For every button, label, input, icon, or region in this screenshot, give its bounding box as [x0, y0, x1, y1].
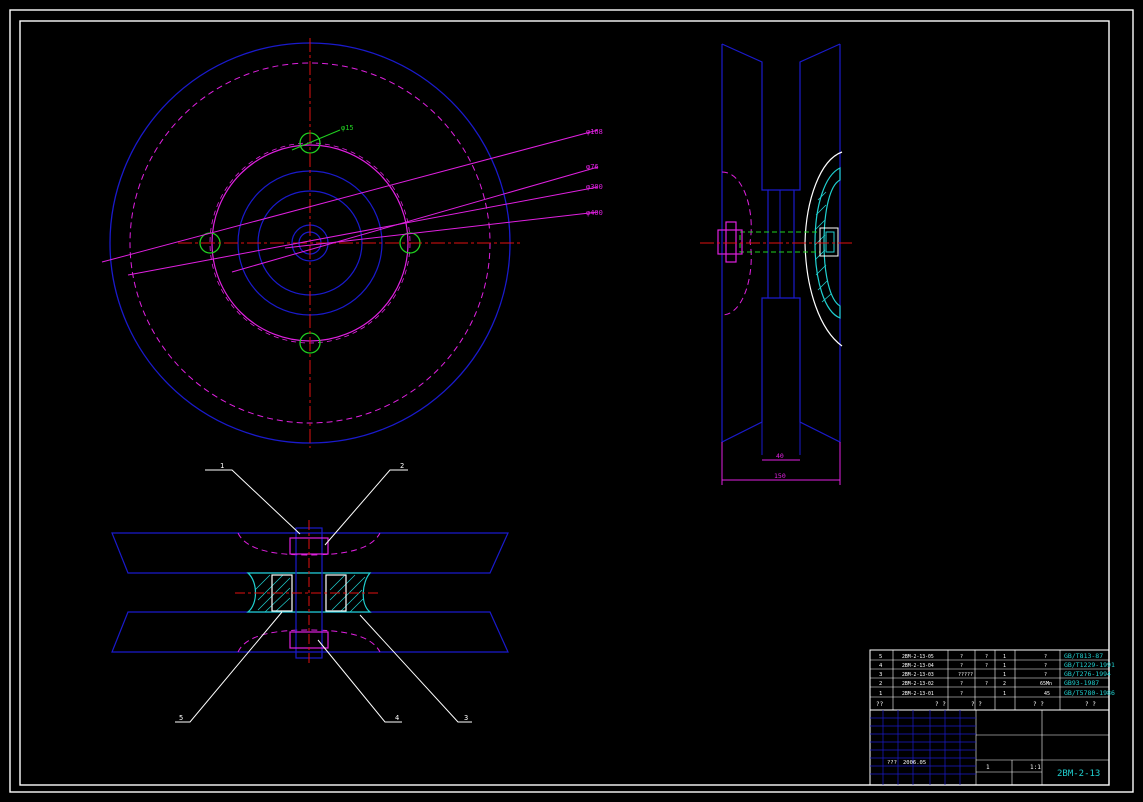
bom-std: GB/T1229-1991	[1064, 661, 1115, 669]
bom-c6: 65Mn	[1040, 681, 1052, 687]
bom-code: 2BM-2-13-01	[902, 691, 934, 697]
bom-no: 5	[879, 654, 882, 660]
bom-c4: ?	[985, 663, 988, 669]
inner-border	[19, 20, 1110, 786]
top-rim	[111, 532, 509, 574]
bom-c5: 1	[1003, 691, 1006, 697]
callout-leader-3	[359, 614, 472, 723]
bom-no: 3	[879, 672, 882, 678]
bom-c5: 1	[1003, 663, 1006, 669]
dim-label-40: 40	[776, 452, 784, 460]
callout-label-3: 3	[464, 714, 468, 722]
callout-label-4: 4	[395, 714, 399, 722]
callout-leader-5	[175, 611, 283, 723]
dim-leader-168	[101, 129, 599, 263]
bom-code: 2BM-2-13-02	[902, 681, 934, 687]
bom-c4: ?	[985, 681, 988, 687]
title-date: 2006.05	[903, 760, 926, 766]
dim-label-300: φ300	[586, 183, 603, 191]
side-view: 40 150	[700, 43, 855, 485]
bom-c5: 2	[1003, 681, 1006, 687]
dim-label-150: 150	[774, 472, 786, 480]
dim-label-168: φ168	[586, 128, 603, 136]
bom-table: 5 2BM-2-13-05 ? ? 1 ? GB/T813-87 4 2BM-2…	[869, 649, 1115, 711]
bom-std: GB93-1987	[1064, 679, 1099, 687]
bom-header-qty: ? ?	[971, 701, 982, 708]
bom-code: 2BM-2-13-05	[902, 654, 934, 660]
callout-leader-2	[324, 469, 408, 546]
nut-left-inner	[725, 221, 737, 263]
title-scale: 1:1	[1030, 764, 1041, 771]
bom-c6: 45	[1044, 691, 1050, 697]
bom-c3: ?????	[958, 672, 973, 678]
section-view: 1 2 5 4 3	[111, 462, 509, 723]
bom-c5: 1	[1003, 654, 1006, 660]
bom-c6: ?	[1044, 663, 1047, 669]
bom-code: 2BM-2-13-04	[902, 663, 934, 669]
callout-label-2: 2	[400, 462, 404, 470]
dim-leader-300	[127, 186, 599, 276]
callout-label-1: 1	[220, 462, 224, 470]
title-sheet: 1	[986, 764, 990, 771]
bom-std: GB/T276-1994	[1064, 670, 1111, 678]
bom-no: 4	[879, 663, 883, 669]
bom-c3: ?	[960, 691, 963, 697]
dim-label-76: φ76	[586, 163, 599, 171]
bom-header-note: ? ?	[1085, 701, 1096, 708]
bom-c3: ?	[960, 663, 963, 669]
bom-header-mat: ? ?	[1033, 701, 1044, 708]
bom-std: GB/T813-87	[1064, 652, 1103, 660]
bom-c6: ?	[1044, 654, 1047, 660]
bom-c5: 1	[1003, 672, 1006, 678]
title-block: ??? 2006.05 1 1:1 2BM-2-13	[869, 709, 1110, 786]
callout-leader-1	[205, 469, 301, 535]
bom-c4: ?	[985, 654, 988, 660]
bom-header-name: ? ?	[935, 701, 946, 708]
dim-label-400: φ400	[586, 209, 603, 217]
front-view: φ15 φ168 φ76 φ300 φ400	[101, 38, 603, 448]
dim-leader-76	[231, 166, 599, 273]
bom-header-no: ??	[876, 701, 884, 708]
dim-label-15: φ15	[341, 124, 354, 132]
bom-c3: ?	[960, 681, 963, 687]
nut-right-inner	[825, 231, 835, 253]
cad-drawing-canvas: φ15 φ168 φ76 φ300 φ400 40 150 1 2 5 4 3 …	[9, 9, 1134, 793]
bom-std: GB/T5780-1986	[1064, 689, 1115, 697]
bom-c6: ?	[1044, 672, 1047, 678]
bom-c3: ?	[960, 654, 963, 660]
bom-no: 1	[879, 691, 882, 697]
title-drawing-no: 2BM-2-13	[1057, 769, 1100, 779]
bom-no: 2	[879, 681, 882, 687]
callout-label-5: 5	[179, 714, 183, 722]
dim-leader-15	[291, 129, 341, 151]
title-designer: ???	[887, 760, 897, 766]
bom-code: 2BM-2-13-03	[902, 672, 934, 678]
